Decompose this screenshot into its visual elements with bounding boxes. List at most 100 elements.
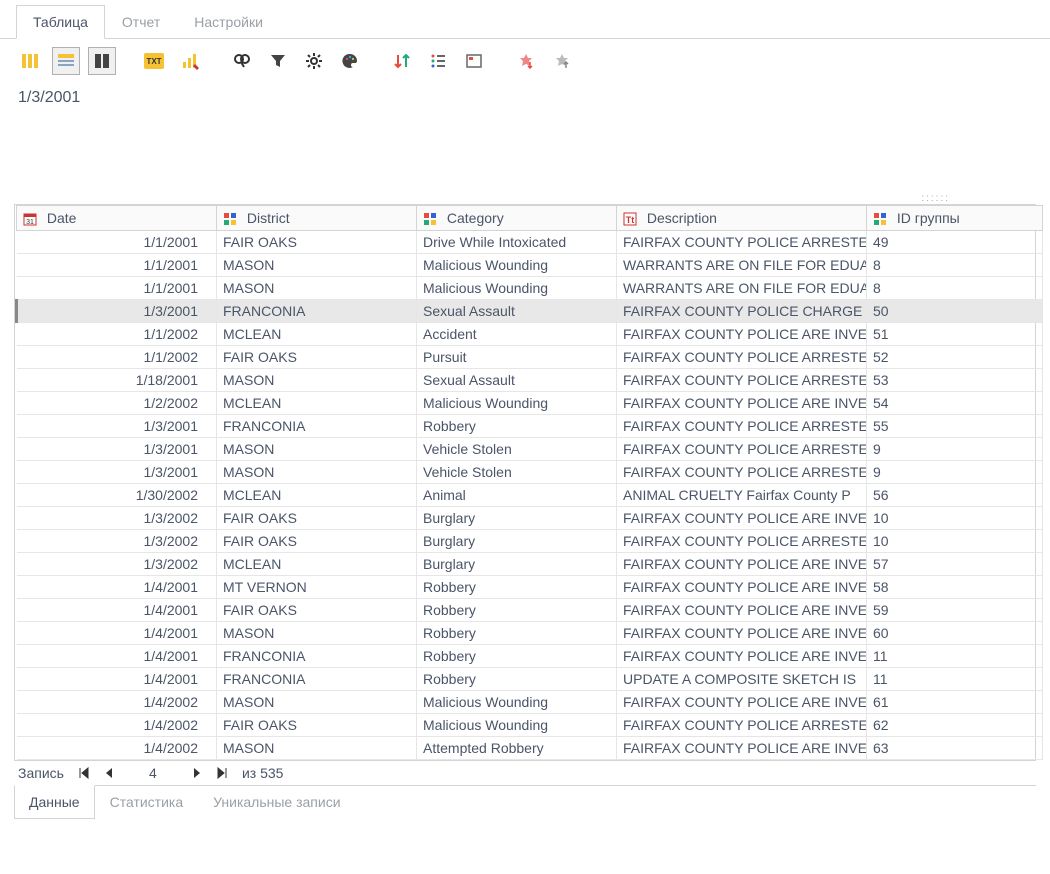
col-header-date[interactable]: 31 Date [17,206,217,231]
cell-date[interactable]: 1/3/2002 [17,553,217,576]
table-row[interactable]: 1/1/2001FAIR OAKSDrive While Intoxicated… [17,231,1043,254]
table-row[interactable]: 1/3/2002FAIR OAKSBurglaryFAIRFAX COUNTY … [17,530,1043,553]
cell-group[interactable]: 55 [867,415,1043,438]
cell-group[interactable]: 10 [867,530,1043,553]
cell-category[interactable]: Animal [417,484,617,507]
cell-date[interactable]: 1/4/2001 [17,622,217,645]
last-record-icon[interactable] [216,767,228,779]
cell-group[interactable]: 54 [867,392,1043,415]
cell-category[interactable]: Robbery [417,599,617,622]
cell-district[interactable]: MT VERNON [217,576,417,599]
cell-group[interactable]: 49 [867,231,1043,254]
cell-district[interactable]: FAIR OAKS [217,231,417,254]
columns-icon[interactable] [16,47,44,75]
cell-date[interactable]: 1/1/2001 [17,277,217,300]
txt-export-icon[interactable]: TXT [140,47,168,75]
cell-date[interactable]: 1/1/2001 [17,254,217,277]
cell-description[interactable]: FAIRFAX COUNTY POLICE ARE INVE [617,323,867,346]
cell-date[interactable]: 1/3/2001 [17,300,217,323]
cell-group[interactable]: 9 [867,438,1043,461]
table-row[interactable]: 1/4/2002MASONMalicious WoundingFAIRFAX C… [17,691,1043,714]
cell-group[interactable]: 11 [867,645,1043,668]
tab-report[interactable]: Отчет [105,5,177,39]
cell-group[interactable]: 58 [867,576,1043,599]
cell-group[interactable]: 8 [867,277,1043,300]
gear-icon[interactable] [300,47,328,75]
tab-unique[interactable]: Уникальные записи [198,785,355,819]
table-row[interactable]: 1/4/2002MASONAttempted RobberyFAIRFAX CO… [17,737,1043,760]
cell-group[interactable]: 57 [867,553,1043,576]
cell-group[interactable]: 56 [867,484,1043,507]
cell-date[interactable]: 1/2/2002 [17,392,217,415]
cell-category[interactable]: Robbery [417,668,617,691]
table-row[interactable]: 1/30/2002MCLEANAnimalANIMAL CRUELTY Fair… [17,484,1043,507]
cell-group[interactable]: 53 [867,369,1043,392]
cell-date[interactable]: 1/4/2002 [17,737,217,760]
table-row[interactable]: 1/1/2001MASONMalicious WoundingWARRANTS … [17,254,1043,277]
current-record[interactable]: 4 [128,765,178,781]
tab-data[interactable]: Данные [14,785,95,819]
cell-group[interactable]: 63 [867,737,1043,760]
cell-date[interactable]: 1/3/2001 [17,461,217,484]
highlight-down-icon[interactable] [548,47,576,75]
table-row[interactable]: 1/4/2001FRANCONIARobberyUPDATE A COMPOSI… [17,668,1043,691]
table-row[interactable]: 1/4/2001MASONRobberyFAIRFAX COUNTY POLIC… [17,622,1043,645]
cell-district[interactable]: MCLEAN [217,553,417,576]
cell-description[interactable]: FAIRFAX COUNTY POLICE CHARGE [617,300,867,323]
table-row[interactable]: 1/3/2001MASONVehicle StolenFAIRFAX COUNT… [17,461,1043,484]
cell-district[interactable]: FAIR OAKS [217,599,417,622]
cell-category[interactable]: Vehicle Stolen [417,438,617,461]
cell-group[interactable]: 52 [867,346,1043,369]
cell-date[interactable]: 1/3/2001 [17,415,217,438]
cell-category[interactable]: Robbery [417,645,617,668]
cell-date[interactable]: 1/4/2001 [17,576,217,599]
tab-statistics[interactable]: Статистика [95,785,199,819]
cell-group[interactable]: 59 [867,599,1043,622]
cell-description[interactable]: FAIRFAX COUNTY POLICE ARRESTE [617,438,867,461]
filter-icon[interactable] [264,47,292,75]
table-row[interactable]: 1/1/2001MASONMalicious WoundingWARRANTS … [17,277,1043,300]
cell-date[interactable]: 1/1/2002 [17,346,217,369]
cell-date[interactable]: 1/4/2001 [17,668,217,691]
cell-group[interactable]: 9 [867,461,1043,484]
cell-district[interactable]: FAIR OAKS [217,714,417,737]
cell-category[interactable]: Sexual Assault [417,369,617,392]
highlight-up-icon[interactable] [512,47,540,75]
cell-district[interactable]: FRANCONIA [217,415,417,438]
cell-description[interactable]: FAIRFAX COUNTY POLICE ARE INVE [617,392,867,415]
tab-settings[interactable]: Настройки [177,5,280,39]
table-row[interactable]: 1/4/2002FAIR OAKSMalicious WoundingFAIRF… [17,714,1043,737]
cell-description[interactable]: FAIRFAX COUNTY POLICE ARRESTE [617,714,867,737]
cell-district[interactable]: FRANCONIA [217,668,417,691]
table-row[interactable]: 1/18/2001MASONSexual AssaultFAIRFAX COUN… [17,369,1043,392]
cell-description[interactable]: FAIRFAX COUNTY POLICE ARRESTE [617,530,867,553]
col-header-category[interactable]: Category [417,206,617,231]
cell-description[interactable]: FAIRFAX COUNTY POLICE ARE INVE [617,576,867,599]
cell-group[interactable]: 8 [867,254,1043,277]
cell-district[interactable]: FAIR OAKS [217,346,417,369]
table-row[interactable]: 1/3/2001MASONVehicle StolenFAIRFAX COUNT… [17,438,1043,461]
cell-district[interactable]: FRANCONIA [217,645,417,668]
cell-description[interactable]: WARRANTS ARE ON FILE FOR EDUA [617,254,867,277]
cell-description[interactable]: FAIRFAX COUNTY POLICE ARE INVE [617,737,867,760]
cell-category[interactable]: Malicious Wounding [417,691,617,714]
cell-category[interactable]: Burglary [417,530,617,553]
cell-district[interactable]: MASON [217,438,417,461]
table-row[interactable]: 1/3/2002FAIR OAKSBurglaryFAIRFAX COUNTY … [17,507,1043,530]
card-icon[interactable] [460,47,488,75]
cell-description[interactable]: FAIRFAX COUNTY POLICE ARE INVE [617,645,867,668]
cell-description[interactable]: FAIRFAX COUNTY POLICE ARRESTE [617,231,867,254]
cell-district[interactable]: MASON [217,691,417,714]
cell-group[interactable]: 61 [867,691,1043,714]
cell-group[interactable]: 10 [867,507,1043,530]
cell-description[interactable]: FAIRFAX COUNTY POLICE ARRESTE [617,415,867,438]
chart-export-icon[interactable] [176,47,204,75]
cell-date[interactable]: 1/3/2002 [17,530,217,553]
cell-category[interactable]: Robbery [417,622,617,645]
table-row[interactable]: 1/4/2001MT VERNONRobberyFAIRFAX COUNTY P… [17,576,1043,599]
cell-date[interactable]: 1/30/2002 [17,484,217,507]
first-record-icon[interactable] [78,767,90,779]
cell-group[interactable]: 51 [867,323,1043,346]
cell-district[interactable]: MCLEAN [217,484,417,507]
resize-grip[interactable]: :::::: [0,193,1050,204]
